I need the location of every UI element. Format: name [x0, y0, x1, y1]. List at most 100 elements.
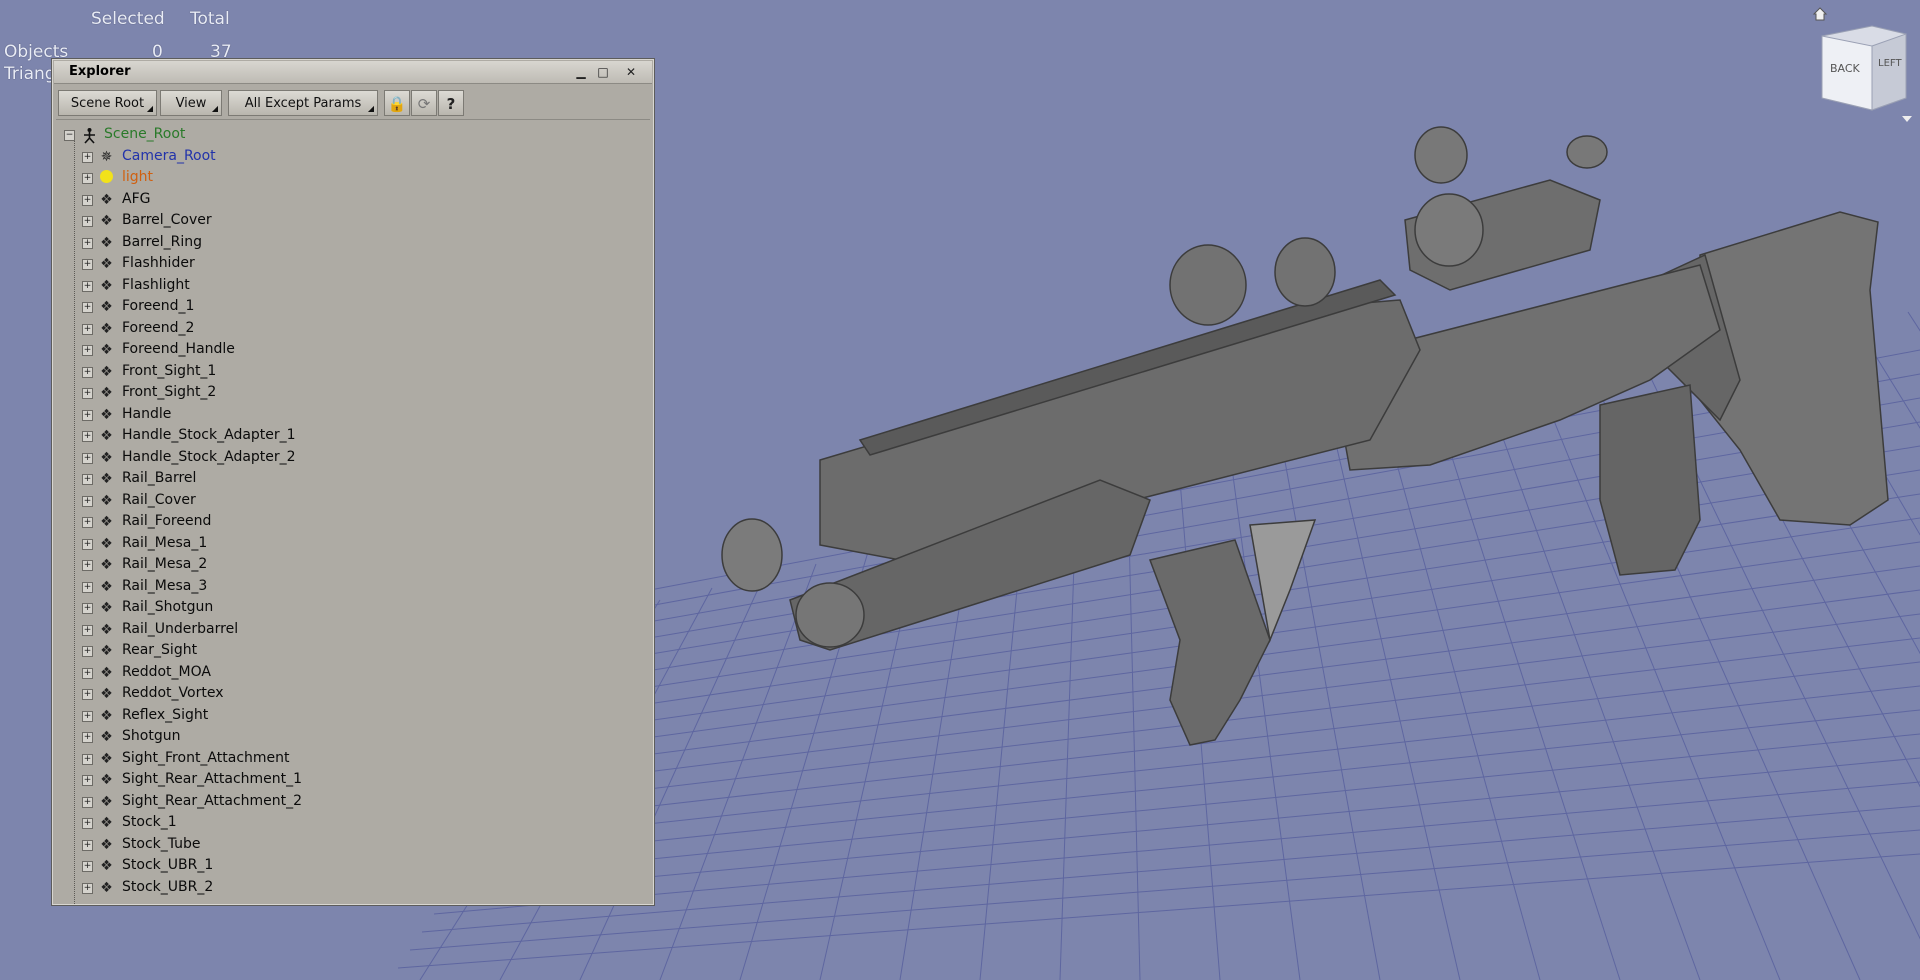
expand-icon[interactable]: + — [82, 581, 93, 593]
expand-icon[interactable]: + — [82, 818, 93, 829]
expand-icon[interactable]: + — [82, 280, 93, 292]
collapse-icon[interactable]: − — [64, 130, 75, 141]
expand-icon[interactable]: + — [82, 710, 93, 722]
lock-button[interactable]: 🔒 — [384, 90, 410, 116]
expand-icon[interactable]: + — [82, 646, 93, 657]
expand-icon[interactable]: + — [82, 861, 93, 872]
expand-icon[interactable]: + — [82, 689, 93, 700]
explorer-window[interactable]: Explorer ▁ □ ✕ Scene Root ◢ View ◢ All E… — [51, 58, 655, 906]
expand-icon[interactable]: + — [82, 796, 93, 808]
tree-item-stock-ubr-1[interactable]: + ❖ Stock_UBR_1 — [56, 856, 636, 877]
maximize-button[interactable]: □ — [594, 64, 612, 80]
expand-icon[interactable]: + — [82, 345, 93, 356]
scene-tree[interactable]: − Scene_Root + ✵ Camera_Root + light + ❖ AFG + ❖ B… — [56, 122, 650, 904]
tree-item-handle-stock-adapter-2[interactable]: + ❖ Handle_Stock_Adapter_2 — [56, 448, 636, 469]
tree-item-flashhider[interactable]: + ❖ Flashhider — [56, 254, 636, 275]
polymesh-icon: ❖ — [100, 535, 113, 552]
tree-item-reddot-vortex[interactable]: + ❖ Reddot_Vortex — [56, 684, 636, 705]
polymesh-icon: ❖ — [100, 428, 113, 444]
expand-icon[interactable]: + — [82, 603, 93, 614]
expand-icon[interactable]: + — [82, 495, 93, 507]
expand-icon[interactable]: + — [82, 538, 93, 550]
tree-item-reddot-moa[interactable]: + ❖ Reddot_MOA — [56, 663, 636, 684]
expand-icon[interactable]: + — [82, 732, 93, 743]
tree-item-light[interactable]: + light — [56, 168, 636, 189]
expand-icon[interactable]: + — [82, 216, 93, 227]
expand-icon[interactable]: + — [82, 302, 93, 313]
expand-icon[interactable]: + — [82, 173, 93, 184]
expand-icon[interactable]: + — [82, 388, 93, 399]
tree-item-rail-foreend[interactable]: + ❖ Rail_Foreend — [56, 512, 636, 533]
expand-icon[interactable]: + — [82, 366, 93, 378]
tree-item-front-sight-2[interactable]: + ❖ Front_Sight_2 — [56, 383, 636, 404]
tree-item-barrel-ring[interactable]: + ❖ Barrel_Ring — [56, 233, 636, 254]
expand-icon[interactable]: + — [82, 259, 93, 270]
expand-icon[interactable]: + — [82, 194, 93, 206]
tree-item-foreend-handle[interactable]: + ❖ Foreend_Handle — [56, 340, 636, 361]
view-cube[interactable]: BACK LEFT — [1810, 20, 1920, 130]
expand-icon[interactable]: + — [82, 151, 93, 163]
tree-item-barrel-cover[interactable]: + ❖ Barrel_Cover — [56, 211, 636, 232]
tree-item-foreend-1[interactable]: + ❖ Foreend_1 — [56, 297, 636, 318]
explorer-toolbar: Scene Root ◢ View ◢ All Except Params ◢ … — [56, 87, 650, 120]
expand-icon[interactable]: + — [82, 517, 93, 528]
tree-item-handle-stock-adapter-1[interactable]: + ❖ Handle_Stock_Adapter_1 — [56, 426, 636, 447]
close-button[interactable]: ✕ — [622, 64, 640, 80]
tree-item-rail-mesa-1[interactable]: + ❖ Rail_Mesa_1 — [56, 534, 636, 555]
tree-item-front-sight-1[interactable]: + ❖ Front_Sight_1 — [56, 362, 636, 383]
scene-root-dropdown[interactable]: Scene Root ◢ — [58, 90, 157, 116]
expand-icon[interactable]: + — [82, 624, 93, 636]
expand-icon[interactable]: + — [82, 452, 93, 464]
expand-icon[interactable]: + — [82, 323, 93, 335]
tree-item-label: Handle_Stock_Adapter_2 — [122, 448, 296, 465]
tree-item-label: Handle — [122, 405, 172, 422]
tree-root-row[interactable]: − Scene_Root — [56, 125, 636, 146]
tree-item-handle[interactable]: + ❖ Handle — [56, 405, 636, 426]
tree-item-label: AFG — [122, 190, 151, 207]
cube-face-back[interactable]: BACK — [1830, 62, 1861, 75]
tree-item-label: Camera_Root — [122, 147, 216, 164]
tree-item-stock-ubr-2[interactable]: + ❖ Stock_UBR_2 — [56, 878, 636, 899]
filter-dropdown[interactable]: All Except Params ◢ — [228, 90, 378, 116]
cube-face-left[interactable]: LEFT — [1878, 58, 1902, 69]
expand-icon[interactable]: + — [82, 237, 93, 249]
tree-item-stock-1[interactable]: + ❖ Stock_1 — [56, 813, 636, 834]
help-button[interactable]: ? — [438, 90, 464, 116]
tree-item-camera-root[interactable]: + ✵ Camera_Root — [56, 147, 636, 168]
polymesh-icon: ❖ — [100, 600, 113, 616]
tree-item-flashlight[interactable]: + ❖ Flashlight — [56, 276, 636, 297]
expand-icon[interactable]: + — [82, 775, 93, 786]
refresh-button[interactable]: ⟳ — [411, 90, 437, 116]
minimize-button[interactable]: ▁ — [572, 64, 590, 80]
polymesh-icon: ❖ — [100, 643, 113, 659]
tree-item-rail-mesa-3[interactable]: + ❖ Rail_Mesa_3 — [56, 577, 636, 598]
tree-item-foreend-2[interactable]: + ❖ Foreend_2 — [56, 319, 636, 340]
tree-item-rail-underbarrel[interactable]: + ❖ Rail_Underbarrel — [56, 620, 636, 641]
cube-menu-arrow-icon[interactable] — [1902, 116, 1912, 122]
tree-item-reflex-sight[interactable]: + ❖ Reflex_Sight — [56, 706, 636, 727]
tree-item-sight-rear-attachment-2[interactable]: + ❖ Sight_Rear_Attachment_2 — [56, 792, 636, 813]
tree-item-stock-tube[interactable]: + ❖ Stock_Tube — [56, 835, 636, 856]
expand-icon[interactable]: + — [82, 753, 93, 765]
tree-item-rail-cover[interactable]: + ❖ Rail_Cover — [56, 491, 636, 512]
tree-item-rail-mesa-2[interactable]: + ❖ Rail_Mesa_2 — [56, 555, 636, 576]
tree-item-sight-rear-attachment-1[interactable]: + ❖ Sight_Rear_Attachment_1 — [56, 770, 636, 791]
tree-item-label: Stock_1 — [122, 814, 177, 830]
polymesh-icon: ❖ — [100, 858, 113, 874]
tree-item-shotgun[interactable]: + ❖ Shotgun — [56, 727, 636, 748]
expand-icon[interactable]: + — [82, 667, 93, 679]
view-dropdown[interactable]: View ◢ — [160, 90, 222, 116]
expand-icon[interactable]: + — [82, 882, 93, 894]
tree-item-rail-barrel[interactable]: + ❖ Rail_Barrel — [56, 469, 636, 490]
explorer-titlebar[interactable]: Explorer ▁ □ ✕ — [54, 61, 652, 84]
expand-icon[interactable]: + — [82, 839, 93, 851]
tree-item-rail-shotgun[interactable]: + ❖ Rail_Shotgun — [56, 598, 636, 619]
expand-icon[interactable]: + — [82, 474, 93, 485]
expand-icon[interactable]: + — [82, 431, 93, 442]
expand-icon[interactable]: + — [82, 560, 93, 571]
tree-item-label: Barrel_Ring — [122, 233, 203, 250]
tree-item-afg[interactable]: + ❖ AFG — [56, 190, 636, 211]
tree-item-sight-front-attachment[interactable]: + ❖ Sight_Front_Attachment — [56, 749, 636, 770]
tree-item-rear-sight[interactable]: + ❖ Rear_Sight — [56, 641, 636, 662]
expand-icon[interactable]: + — [82, 409, 93, 421]
